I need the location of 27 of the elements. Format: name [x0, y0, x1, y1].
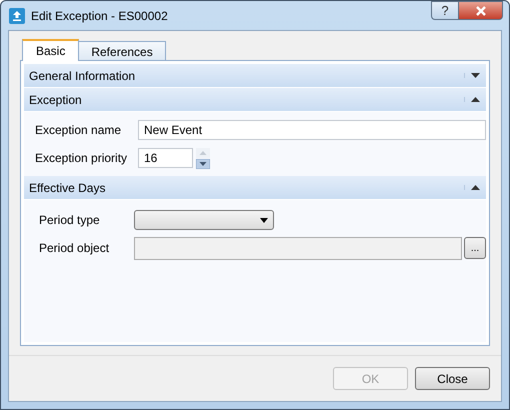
- section-title: Effective Days: [29, 180, 106, 194]
- close-icon: [474, 6, 486, 16]
- field-label: Period type: [38, 213, 101, 227]
- input-field[interactable]: 16: [138, 148, 193, 168]
- app-icon: [9, 8, 25, 24]
- tab[interactable]: References: [78, 41, 166, 61]
- help-button[interactable]: ?: [431, 1, 458, 20]
- field-label: Exception priority: [34, 151, 128, 165]
- close-button[interactable]: [458, 1, 503, 20]
- dropdown[interactable]: [134, 210, 274, 230]
- browse-button[interactable]: ...: [464, 237, 486, 259]
- input-field[interactable]: New Event: [138, 120, 486, 140]
- field-label: Exception name: [34, 123, 122, 137]
- section-header[interactable]: General Information: [24, 64, 486, 88]
- dropdown-arrow-icon: [260, 218, 268, 222]
- spin-down-icon[interactable]: [196, 158, 210, 168]
- expand-icon[interactable]: [464, 73, 480, 78]
- section-header[interactable]: Exception: [24, 88, 486, 112]
- section-title: General Information: [29, 68, 136, 82]
- collapse-icon[interactable]: [464, 97, 480, 102]
- collapse-icon[interactable]: [464, 185, 480, 190]
- close-dialog-button[interactable]: Close: [415, 367, 490, 390]
- field-label: Period object: [38, 241, 110, 255]
- section-title: Exception: [29, 92, 82, 106]
- window-title: Edit Exception - ES00002: [31, 8, 168, 22]
- tab[interactable]: Basic: [22, 39, 80, 61]
- section-header[interactable]: Effective Days: [24, 176, 486, 200]
